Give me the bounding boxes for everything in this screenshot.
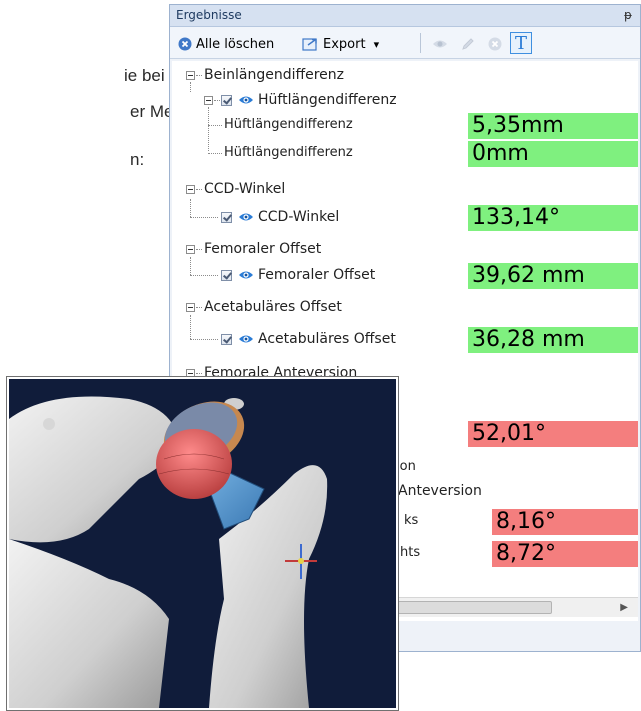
tree-item-row[interactable]: Hüftlängendifferenz [172,82,638,114]
edit-button[interactable] [461,35,475,53]
group-label: Acetabuläres Offset [204,299,342,315]
item-label-partial: Anteversion [398,483,482,499]
scroll-right-arrow-icon[interactable]: ▶ [620,602,628,613]
pin-icon[interactable]: ᵽ [624,8,632,22]
chevron-down-icon[interactable]: ▾ [374,38,380,51]
collapse-icon[interactable] [186,245,195,254]
result-value: 39,62 mm [468,263,638,289]
item-label-partial: ks [404,513,419,528]
collapse-icon[interactable] [186,71,195,80]
tree-group-row[interactable]: Acetabuläres Offset [172,295,638,321]
result-value: 8,72° [492,541,638,567]
tree-group-row[interactable]: Beinlängendifferenz [172,63,638,89]
result-value: 5,35mm [468,113,638,139]
results-toolbar: Alle löschen Export ▾ T [170,27,640,59]
group-label: Beinlängendifferenz [204,67,345,83]
collapse-icon[interactable] [204,96,213,105]
delete-all-icon [178,37,192,51]
collapse-icon[interactable] [186,303,195,312]
panel-title: Ergebnisse [176,8,242,22]
tree-subitem-row[interactable]: Hüftlängendifferenz 5,35mm [172,107,638,151]
tree-subitem-row[interactable]: Hüftlängendifferenz 0mm [172,141,638,167]
item-label: Femoraler Offset [258,267,376,283]
result-value: 52,01° [468,421,638,447]
checkbox-checked[interactable] [221,95,232,106]
collapse-icon[interactable] [186,185,195,194]
group-label: Femoraler Offset [204,241,322,257]
export-icon [302,38,317,51]
checkbox-checked[interactable] [221,212,232,223]
toolbar-separator [420,33,421,53]
tree-item-row[interactable]: Acetabuläres Offset 36,28 mm [172,315,638,353]
tree-item-row[interactable]: CCD-Winkel 133,14° [172,199,638,231]
checkbox-checked[interactable] [221,334,232,345]
export-label: Export [323,36,366,52]
item-label: Hüftlängendifferenz [258,92,397,108]
tree-group-row[interactable]: Femoraler Offset [172,237,638,263]
tree-item-row[interactable]: Femoraler Offset 39,62 mm [172,257,638,289]
checkbox-checked[interactable] [221,270,232,281]
result-value: 36,28 mm [468,327,638,353]
document-line: n: [130,150,145,169]
group-label: CCD-Winkel [204,181,286,197]
hip-implant-render [6,376,399,711]
result-value: 0mm [468,141,638,167]
subitem-label: Hüftlängendifferenz [224,145,353,160]
result-value: 8,16° [492,509,638,535]
delete-all-label: Alle löschen [196,36,275,52]
item-label-partial: hts [400,545,421,560]
remove-icon [488,37,502,51]
remove-button[interactable] [488,35,502,53]
subitem-label: Hüftlängendifferenz [224,117,353,132]
hip-render-image [9,379,396,708]
panel-titlebar: Ergebnisse ᵽ [170,5,640,27]
text-toggle-button[interactable]: T [510,32,532,54]
eye-icon[interactable] [238,269,254,281]
visibility-button[interactable] [432,35,448,53]
result-value: 133,14° [468,205,638,231]
item-label: Acetabuläres Offset [258,331,396,347]
eye-icon[interactable] [238,333,254,345]
eye-icon [433,40,447,48]
eye-icon[interactable] [238,211,254,223]
item-label: CCD-Winkel [258,209,340,225]
tree-group-row[interactable]: CCD-Winkel [172,177,638,203]
eye-icon[interactable] [238,94,254,106]
delete-all-button[interactable]: Alle löschen [178,35,274,53]
pencil-icon [462,38,474,50]
export-button[interactable]: Export ▾ [302,35,379,53]
